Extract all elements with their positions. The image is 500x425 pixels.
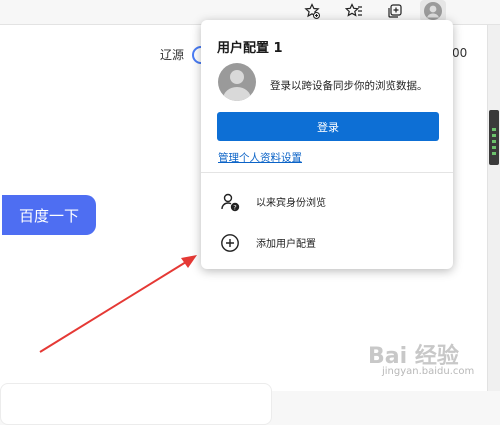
add-profile-icon bbox=[221, 234, 239, 252]
signin-button[interactable]: 登录 bbox=[217, 112, 439, 141]
profile-panel: 用户配置 1 登录以跨设备同步你的浏览数据。 登录 管理个人资料设置 ? 以来宾… bbox=[201, 20, 453, 269]
panel-description: 登录以跨设备同步你的浏览数据。 bbox=[270, 80, 428, 92]
manage-profile-link[interactable]: 管理个人资料设置 bbox=[218, 150, 302, 165]
svg-text:?: ? bbox=[233, 204, 236, 212]
panel-title: 用户配置 1 bbox=[217, 41, 283, 56]
menu-item-add-profile-label: 添加用户配置 bbox=[256, 239, 316, 250]
menu-item-guest-label: 以来宾身份浏览 bbox=[256, 198, 326, 209]
panel-divider bbox=[201, 172, 453, 173]
menu-item-add-profile[interactable]: 添加用户配置 bbox=[201, 225, 453, 259]
panel-avatar bbox=[218, 63, 256, 101]
guest-profile-icon: ? bbox=[221, 193, 240, 212]
menu-item-guest[interactable]: ? 以来宾身份浏览 bbox=[201, 184, 453, 218]
